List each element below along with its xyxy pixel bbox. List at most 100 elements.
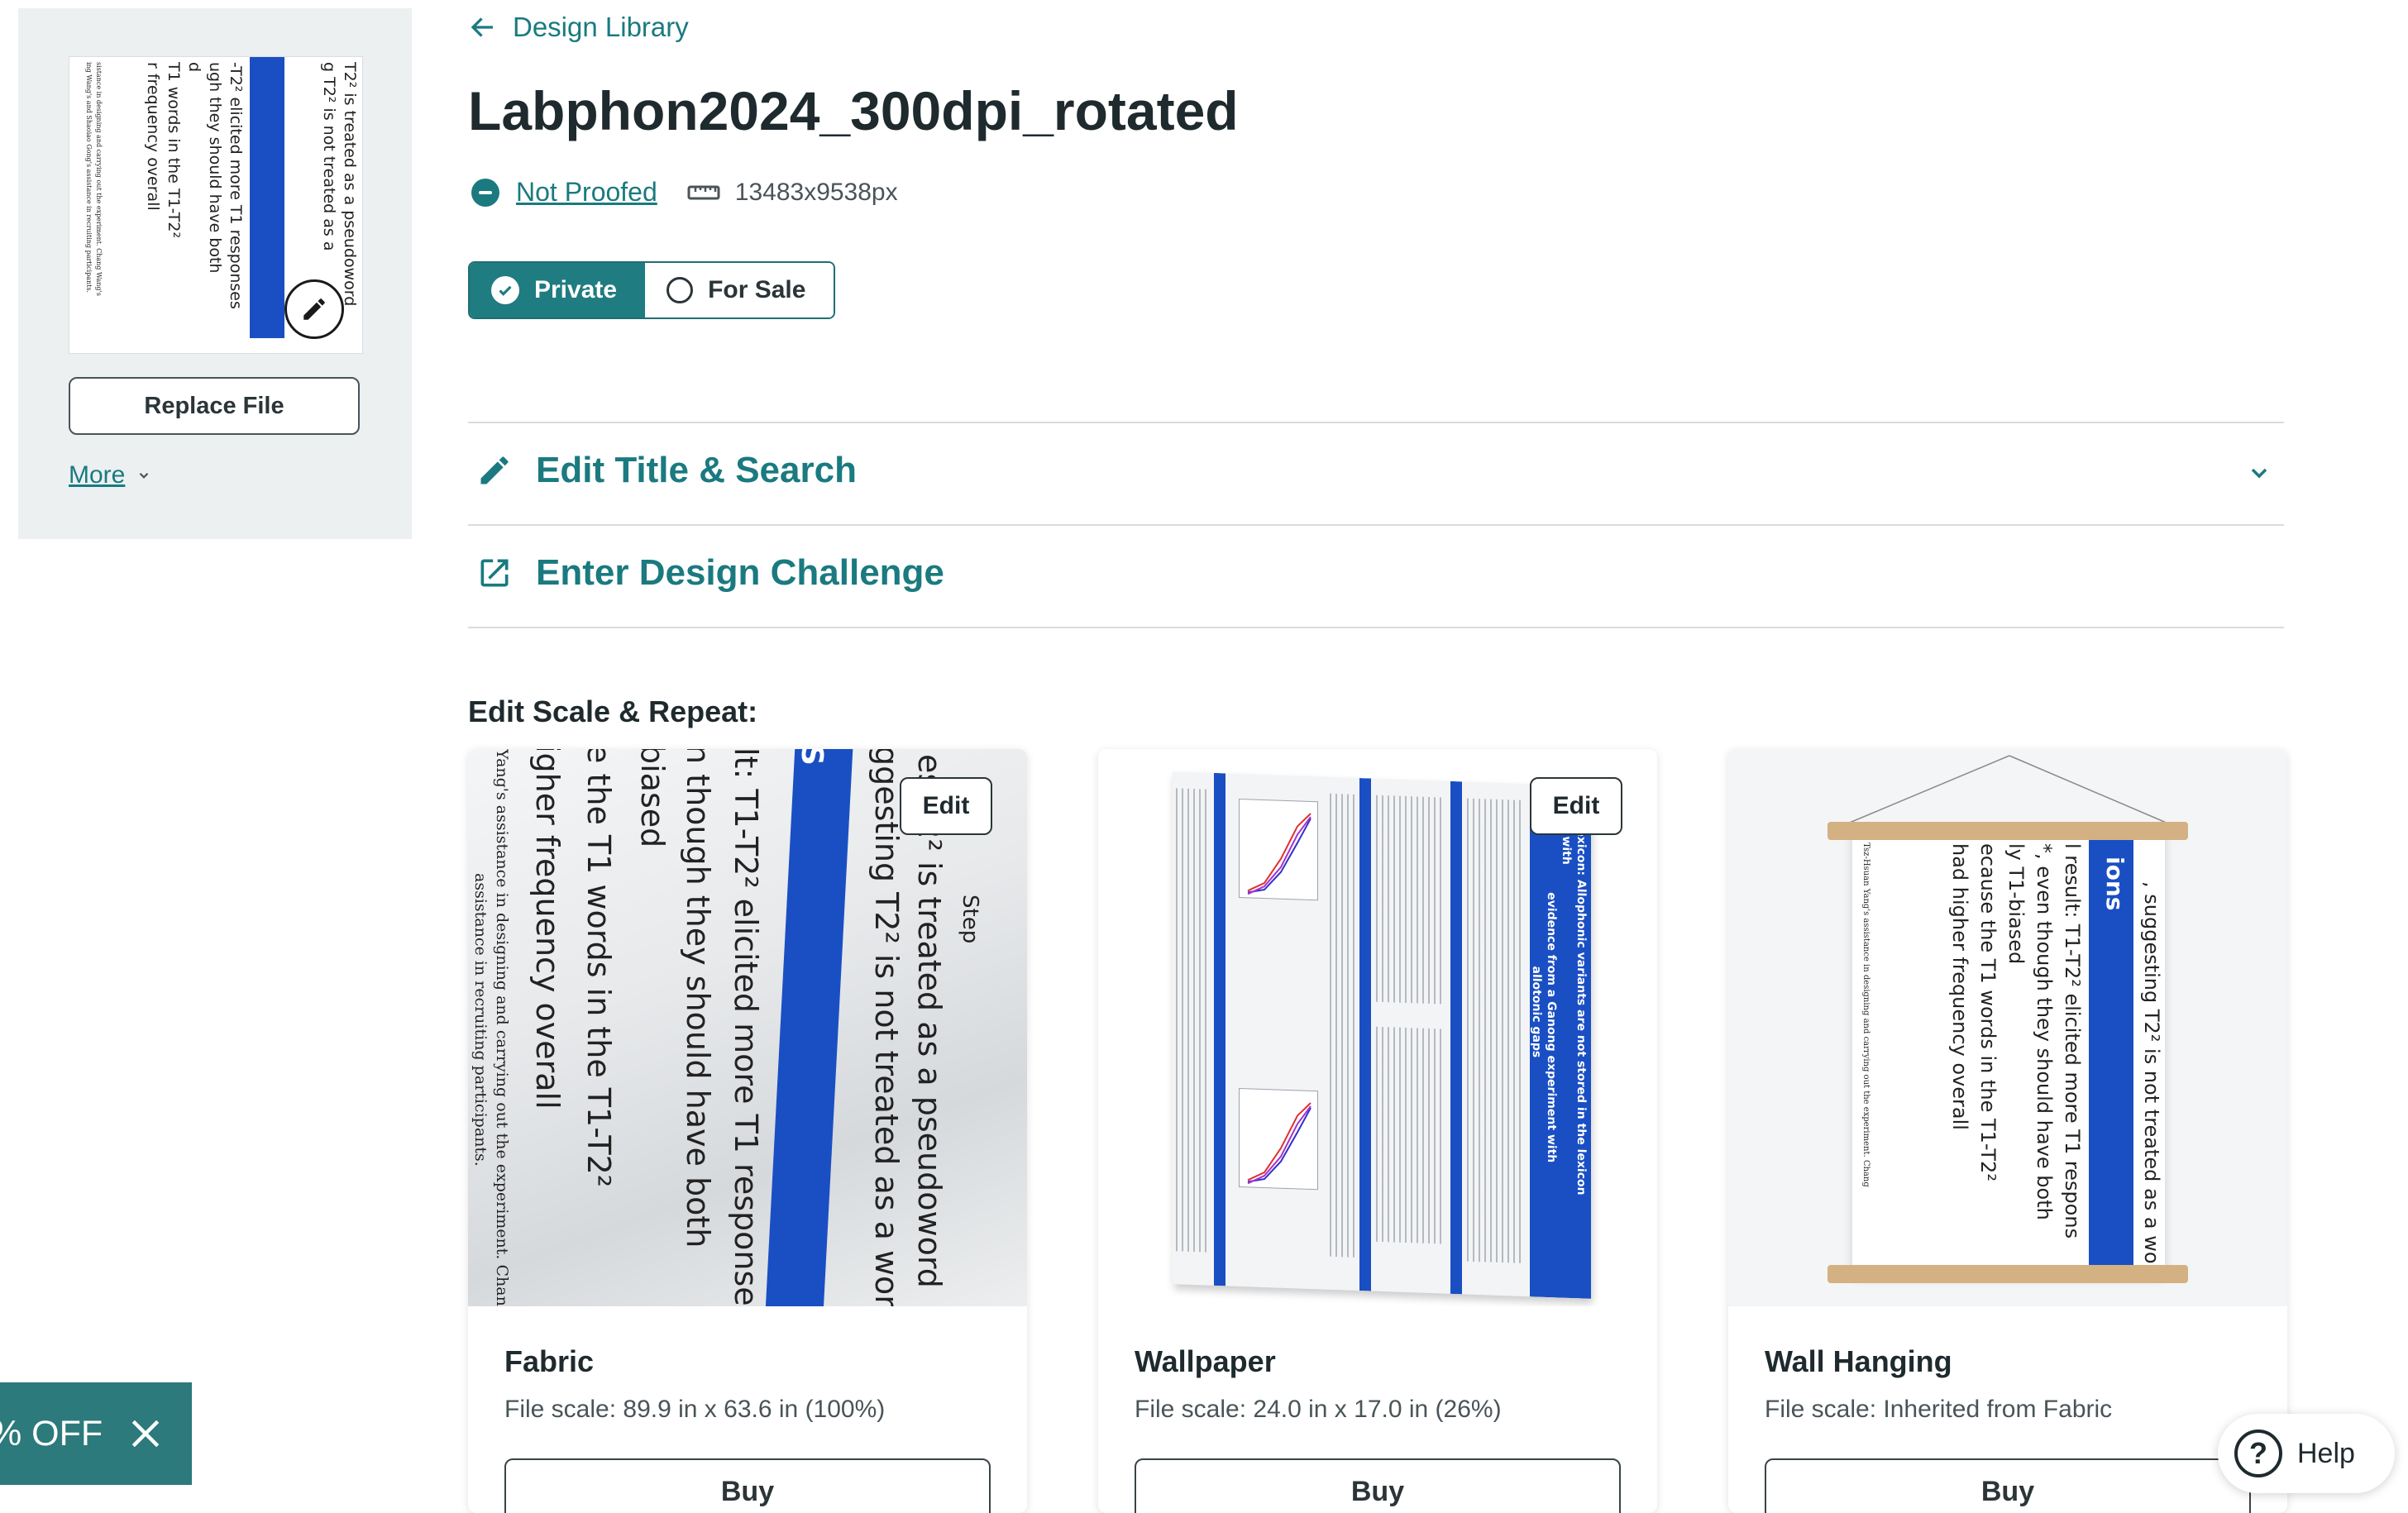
check-circle-icon	[491, 276, 519, 304]
wallpaper-text-block	[1176, 788, 1209, 1253]
minus-circle-icon	[471, 178, 499, 207]
wall-hanging-top-rail	[1828, 822, 2188, 840]
product-card-wall-hanging: , suggesting T2² is not treated as a wor…	[1728, 749, 2287, 1513]
thumbnail-line: g T2² is not treated as a	[320, 62, 338, 251]
thumbnail-line: sistance in designing and carrying out t…	[95, 62, 103, 296]
edit-title-search-toggle[interactable]: Edit Title & Search	[476, 450, 857, 491]
for-sale-label: For Sale	[708, 276, 806, 303]
design-sidebar: T2² is treated as a pseudoword g T2² is …	[18, 8, 412, 539]
file-scale: File scale: 89.9 in x 63.6 in (100%)	[504, 1396, 885, 1424]
proof-status-link[interactable]: Not Proofed	[516, 177, 657, 208]
fabric-text-line: ggesting T2² is not treated as a word	[868, 749, 905, 1306]
wall-hanging-text-line: , suggesting T2² is not treated as a wor…	[2140, 881, 2163, 1275]
thumbnail-line: d	[185, 62, 203, 73]
edit-design-button[interactable]	[284, 279, 344, 339]
promo-label: % OFF	[0, 1413, 103, 1453]
more-label: More	[69, 461, 126, 489]
wall-hanging-text-line: ecause the T1 words in the T1-T2²	[1976, 843, 1999, 1181]
wallpaper-text-line: allotonic gaps	[1530, 966, 1543, 1058]
file-scale-label: File scale:	[1135, 1396, 1247, 1423]
product-card-fabric: Step es T2² is treated as a pseudoword g…	[468, 749, 1027, 1513]
more-dropdown[interactable]: More	[69, 461, 151, 489]
product-name: Wallpaper	[1135, 1344, 1276, 1378]
back-to-library-link[interactable]: Design Library	[468, 12, 689, 43]
thumbnail-line: -T2² elicited more T1 responses	[227, 62, 245, 309]
wall-hanging-bottom-rail	[1828, 1265, 2188, 1283]
wall-hanging-text-line: *, even though they should have both	[2033, 843, 2056, 1220]
wallpaper-blue-band: the lexicon: Allophonic variants are not…	[1530, 784, 1591, 1299]
fabric-text-line: lt: T1-T2² elicited more T1 responses	[728, 749, 764, 1306]
visibility-toggle: Private For Sale	[468, 261, 836, 319]
fabric-text-line: Yang's assistance in designing and carry…	[493, 749, 511, 1306]
design-challenge-link[interactable]: Enter Design Challenge	[476, 552, 944, 594]
fabric-text-line: assistance in recruiting participants.	[471, 873, 490, 1167]
wallpaper-blue-rule	[1214, 772, 1226, 1286]
replace-file-button[interactable]: Replace File	[69, 377, 360, 435]
for-sale-option[interactable]: For Sale	[645, 263, 834, 317]
edit-title-search-label: Edit Title & Search	[536, 450, 857, 490]
file-scale-label: File scale:	[1765, 1396, 1877, 1423]
wallpaper-chart	[1239, 1087, 1318, 1191]
help-label: Help	[2297, 1437, 2355, 1469]
divider	[468, 524, 2284, 526]
wallpaper-text-line: the lexicon: Allophonic variants are not…	[1574, 799, 1588, 1196]
file-scale: File scale: Inherited from Fabric	[1765, 1396, 2112, 1424]
external-link-icon	[480, 559, 509, 587]
ruler-icon	[687, 182, 720, 203]
wall-hanging-text-line: had higher frequency overall	[1948, 843, 1971, 1130]
wallpaper-text-block	[1376, 1026, 1442, 1244]
file-scale-value: 89.9 in x 63.6 in (100%)	[623, 1396, 886, 1423]
product-name: Wall Hanging	[1765, 1344, 1952, 1378]
wall-hanging-text-line: ly T1-biased	[2004, 843, 2028, 965]
wallpaper-text-line: evidence from a Ganong experiment with	[1545, 891, 1558, 1163]
wall-hanging-text-line: e Tsz-Hsuan Yang's assistance in designi…	[1861, 835, 1870, 1187]
arrow-left-icon	[471, 17, 493, 37]
help-button[interactable]: ? Help	[2218, 1414, 2395, 1493]
wallpaper-edit-button[interactable]: Edit	[1530, 777, 1622, 835]
fabric-text-line: e the T1 words in the T1-T2²	[580, 749, 617, 1188]
buy-wall-hanging-button[interactable]: Buy	[1765, 1458, 2251, 1513]
private-label: Private	[534, 276, 618, 303]
fabric-text-line: igher frequency overall	[529, 749, 566, 1110]
file-scale-label: File scale:	[504, 1396, 617, 1423]
wall-hanging-print: , suggesting T2² is not treated as a wor…	[1852, 832, 2165, 1275]
wallpaper-blue-rule	[1359, 778, 1371, 1291]
page-title: Labphon2024_300dpi_rotated	[468, 80, 1239, 141]
fabric-edit-button[interactable]: Edit	[900, 777, 992, 835]
wallpaper-blue-rule	[1450, 780, 1462, 1295]
product-card-wallpaper: the lexicon: Allophonic variants are not…	[1098, 749, 1657, 1513]
close-icon[interactable]	[127, 1415, 164, 1452]
question-circle-icon: ?	[2234, 1429, 2282, 1477]
thumbnail-line: T2² is treated as a pseudoword	[341, 62, 359, 307]
wallpaper-roll: the lexicon: Allophonic variants are not…	[1173, 771, 1591, 1299]
thumbnail-line: T1 words in the T1-T2²	[165, 62, 183, 239]
wallpaper-chart	[1239, 798, 1318, 901]
divider	[468, 627, 2284, 628]
product-name: Fabric	[504, 1344, 595, 1378]
wall-hanging-text-line: ions	[2101, 857, 2128, 911]
private-option[interactable]: Private	[470, 263, 646, 317]
design-meta: Not Proofed 13483x9538px	[471, 177, 898, 208]
file-scale-value: 24.0 in x 17.0 in (26%)	[1253, 1396, 1502, 1423]
file-scale-value: Inherited from Fabric	[1883, 1396, 2113, 1423]
fabric-text-line: S	[795, 749, 829, 766]
design-challenge-label: Enter Design Challenge	[536, 552, 944, 593]
chevron-down-icon[interactable]	[2246, 460, 2272, 490]
wall-hanging-preview[interactable]: , suggesting T2² is not treated as a wor…	[1728, 749, 2287, 1306]
thumbnail-line: r frequency overall	[144, 62, 162, 211]
wallpaper-text-block	[1376, 795, 1442, 1005]
scale-repeat-heading: Edit Scale & Repeat:	[468, 694, 758, 728]
fabric-text-line: biased	[634, 749, 671, 848]
radio-empty-icon	[666, 277, 694, 303]
thumbnail-line: ing Wang's and Shaoiao Gong's assistance…	[85, 62, 93, 294]
promo-banner[interactable]: % OFF	[0, 1382, 192, 1485]
buy-wallpaper-button[interactable]: Buy	[1135, 1458, 1621, 1513]
wallpaper-text-block	[1467, 798, 1525, 1264]
thumbnail-line: ugh they should have both	[206, 62, 224, 274]
chevron-down-icon	[140, 472, 149, 479]
back-link-label: Design Library	[513, 12, 689, 42]
buy-fabric-button[interactable]: Buy	[504, 1458, 991, 1513]
wallpaper-text-block	[1330, 793, 1354, 1258]
file-scale: File scale: 24.0 in x 17.0 in (26%)	[1135, 1396, 1502, 1424]
wall-hanging-text-line: l result: T1-T2² elicited more T1 respon…	[2061, 843, 2084, 1239]
